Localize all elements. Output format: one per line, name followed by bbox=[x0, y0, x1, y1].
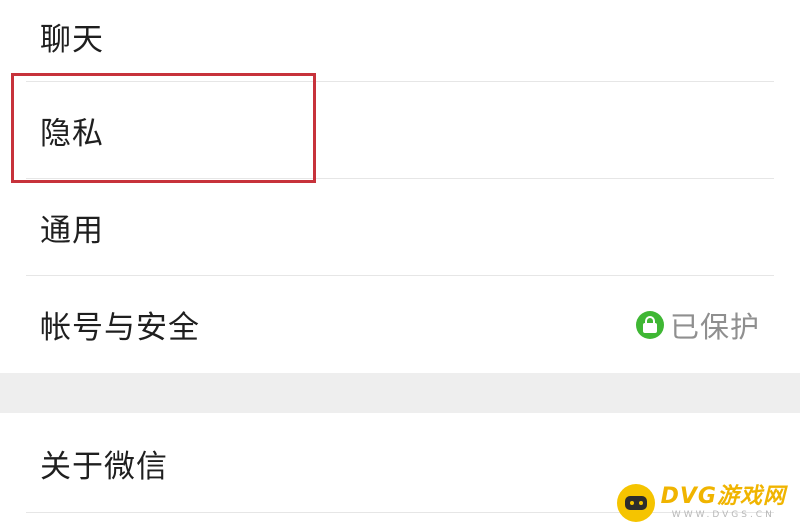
settings-item-general[interactable]: 通用 bbox=[0, 179, 800, 276]
site-watermark: DVG游戏网 WWW.DVGS.CN bbox=[616, 484, 786, 522]
gamepad-logo-icon bbox=[616, 484, 655, 522]
security-status: 已保护 bbox=[635, 304, 760, 346]
watermark-subtitle: WWW.DVGS.CN bbox=[671, 510, 775, 520]
settings-item-privacy[interactable]: 隐私 bbox=[0, 82, 800, 179]
settings-item-chat[interactable]: 聊天 bbox=[0, 0, 800, 82]
settings-item-label: 通用 bbox=[40, 213, 104, 249]
section-separator bbox=[0, 373, 800, 413]
settings-item-label: 帐号与安全 bbox=[40, 310, 200, 346]
settings-item-account-security[interactable]: 帐号与安全 已保护 bbox=[0, 276, 800, 373]
settings-item-label: 隐私 bbox=[40, 116, 104, 152]
settings-item-label: 聊天 bbox=[40, 22, 104, 58]
settings-item-label: 关于微信 bbox=[40, 448, 168, 485]
settings-group-main: 聊天 隐私 通用 帐号与安全 已保护 bbox=[0, 0, 800, 373]
lock-icon bbox=[635, 310, 664, 339]
security-status-text: 已保护 bbox=[669, 309, 760, 344]
watermark-title: DVG游戏网 bbox=[660, 484, 786, 509]
